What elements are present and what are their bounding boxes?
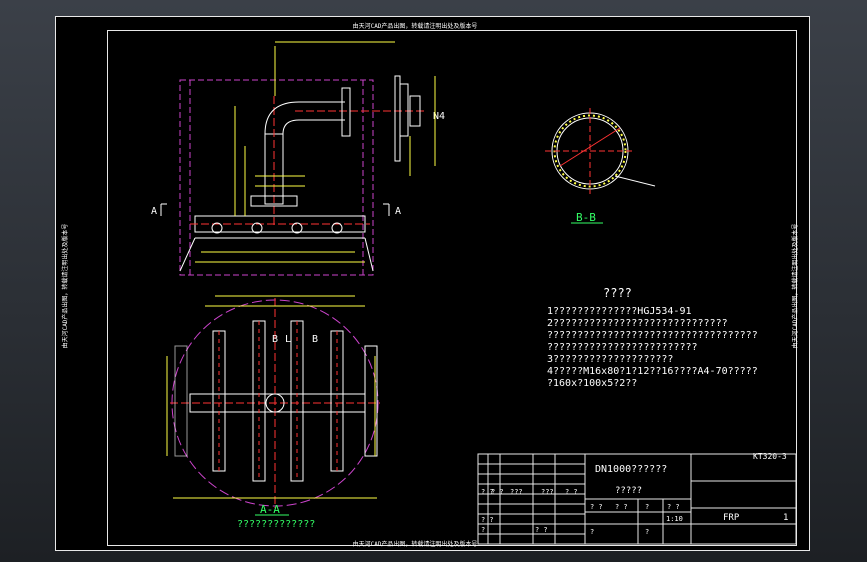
left-banner: 由天河CAD产品出图，转载请注明出处及版本号 — [61, 224, 69, 349]
section-a-right-marker[interactable]: A — [395, 206, 401, 217]
title-cell: ? ? — [565, 488, 578, 496]
title-cell: ? ? — [491, 488, 504, 496]
title-cell: ? ? — [615, 503, 628, 511]
title-cell: ? — [645, 503, 649, 511]
note-line-2: 2????????????????????????????? — [547, 318, 728, 329]
right-banner: 由天河CAD产品出图，转载请注明出处及版本号 — [791, 224, 799, 349]
title-cell: ? ? — [667, 503, 680, 511]
note-line-1: 1??????????????HGJ534-91 — [547, 306, 692, 317]
bottom-banner: 由天河CAD产品出图，转载请注明出处及版本号 — [353, 540, 478, 548]
title-cell: ? ? — [590, 503, 603, 511]
section-a-left-marker[interactable]: A — [151, 206, 157, 217]
section-aa-view: B L B A-A ????????????? — [166, 295, 380, 530]
drawing-title: DN1000?????? — [595, 464, 667, 475]
label-b-right: B — [312, 334, 318, 345]
title-cell: ? — [590, 528, 594, 536]
drawing-canvas: 由天河CAD产品出图，转载请注明出处及版本号 由天河CAD产品出图，转载请注明出… — [61, 22, 799, 548]
label-b-left: B — [272, 334, 278, 345]
section-aa-caption: ????????????? — [237, 519, 315, 530]
label-l: L — [285, 334, 291, 345]
notes-title: ???? — [603, 286, 632, 300]
drawing-material: FRP — [723, 513, 740, 523]
top-banner: 由天河CAD产品出图，转载请注明出处及版本号 — [353, 22, 478, 30]
title-cell: ? ? — [481, 516, 494, 524]
section-bb-title[interactable]: B-B — [576, 211, 596, 224]
note-line-4: ????????????????????????? — [547, 342, 698, 353]
drawing-scale: 1:10 — [666, 515, 683, 523]
drawing-number: KT320-3 — [753, 452, 787, 461]
note-line-6: 4?????M16x80?1?12??16????A4-70????? — [547, 366, 758, 377]
sheet-number: 1 — [783, 513, 788, 523]
title-block: KT320-3 DN1000?????? ????? 1:10 FRP 1 ? … — [477, 452, 797, 545]
title-cell: ??? — [510, 488, 523, 496]
drawing-sheet[interactable]: 由天河CAD产品出图，转载请注明出处及版本号 由天河CAD产品出图，转载请注明出… — [55, 16, 810, 551]
title-cell: ? — [481, 526, 485, 534]
note-line-3: ??????????????????????????????????? — [547, 330, 758, 341]
section-bb-view: B-B — [545, 108, 656, 224]
note-line-7: ?160x?100x5?2?? — [547, 378, 638, 389]
front-elevation-view: N4 A A — [151, 41, 445, 276]
title-cell: ? — [645, 528, 649, 536]
note-line-5: 3???????????????????? — [547, 354, 674, 365]
drawing-subtitle: ????? — [615, 486, 642, 496]
title-cell: ? ? — [535, 526, 548, 534]
section-aa-title[interactable]: A-A — [260, 503, 280, 516]
title-cell: ??? — [541, 488, 554, 496]
